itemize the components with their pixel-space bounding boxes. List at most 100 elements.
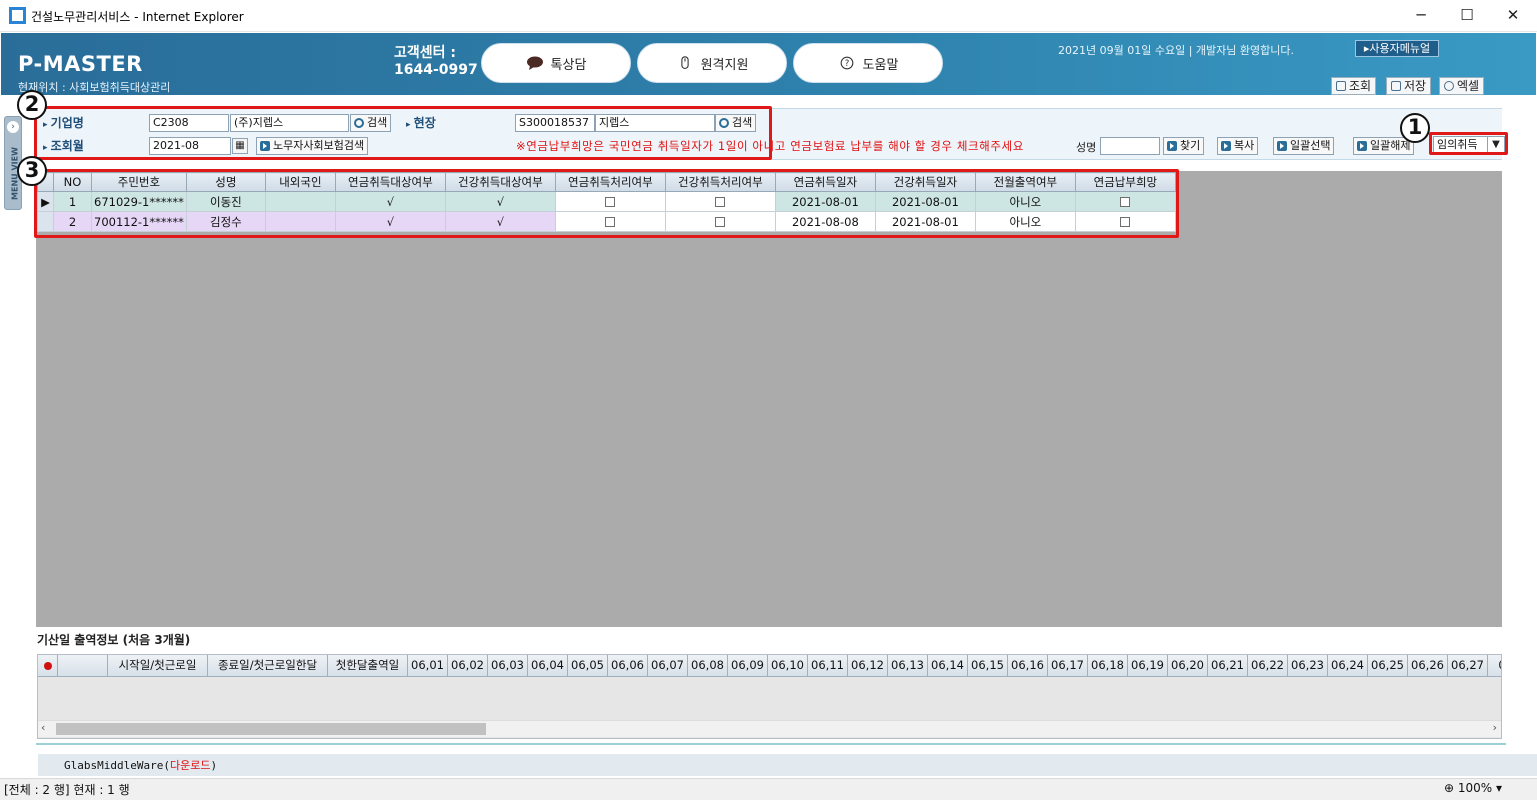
- talk-consult-label: 톡상담: [550, 57, 587, 73]
- attendance-column-header[interactable]: 06,25: [1368, 655, 1408, 677]
- attendance-column-header[interactable]: 06,03: [488, 655, 528, 677]
- close-button[interactable]: ✕: [1490, 0, 1536, 31]
- copy-button[interactable]: 복사: [1217, 137, 1259, 155]
- attendance-column-header[interactable]: 06,21: [1208, 655, 1248, 677]
- row-count-status: [전체 : 2 행] 현재 : 1 행: [4, 783, 130, 797]
- excel-tool-button[interactable]: 엑셀: [1439, 77, 1485, 95]
- annotation-box-grid: [34, 169, 1179, 238]
- attendance-column-header[interactable]: 06,07: [648, 655, 688, 677]
- annotation-badge-2: 2: [17, 90, 47, 120]
- chevron-down-icon: ▾: [1496, 781, 1503, 795]
- middleware-bar: [38, 754, 1537, 776]
- scroll-left-icon[interactable]: ‹: [41, 721, 45, 734]
- find-label: 찾기: [1180, 139, 1201, 152]
- arrow-icon: [1357, 141, 1367, 151]
- attendance-column-header[interactable]: 06,15: [968, 655, 1008, 677]
- app-logo[interactable]: P-MASTER: [18, 52, 143, 76]
- middleware-label: GlabsMiddleWare(: [64, 759, 170, 772]
- customer-center: 고객센터 : 1644-0997: [394, 45, 478, 79]
- annotation-box-mode: [1429, 132, 1508, 155]
- magnifier-icon: [1336, 81, 1346, 91]
- divider: [36, 743, 1506, 745]
- attendance-column-header[interactable]: 06,22: [1248, 655, 1288, 677]
- help-label: 도움말: [862, 57, 899, 73]
- select-all-button[interactable]: 일괄선택: [1273, 137, 1335, 155]
- attendance-column-header[interactable]: 06,10: [768, 655, 808, 677]
- disk-icon: [1391, 81, 1401, 91]
- user-manual-button[interactable]: ▸사용자메뉴얼: [1355, 40, 1439, 57]
- save-tool-label: 저장: [1404, 79, 1427, 93]
- name-input[interactable]: [1100, 137, 1160, 155]
- attendance-column-header[interactable]: 06,17: [1048, 655, 1088, 677]
- arrow-icon: [1277, 141, 1287, 151]
- attendance-column-header[interactable]: 첫한달출역일: [328, 655, 408, 677]
- attendance-column-header[interactable]: 06,16: [1008, 655, 1048, 677]
- search-tool-label: 조회: [1349, 79, 1372, 93]
- attendance-column-header[interactable]: 06,18: [1088, 655, 1128, 677]
- window-title: 건설노무관리서비스 - Internet Explorer: [31, 10, 244, 24]
- chat-bubble-icon: [526, 56, 543, 70]
- attendance-column-header[interactable]: 종료일/첫근로일한달: [208, 655, 328, 677]
- attendance-column-header[interactable]: 06,19: [1128, 655, 1168, 677]
- annotation-box-search: [34, 106, 772, 160]
- status-bar: [0, 778, 1537, 800]
- remote-support-label: 원격지원: [700, 57, 749, 73]
- record-dot-icon: [38, 655, 58, 677]
- attendance-header-row: 시작일/첫근로일 종료일/첫근로일한달 첫한달출역일 06,01 06,02 06,03 0…: [38, 655, 1501, 677]
- attendance-column-header[interactable]: 06,08: [688, 655, 728, 677]
- horizontal-scrollbar[interactable]: ‹ ›: [38, 720, 1501, 737]
- scroll-right-icon[interactable]: ›: [1493, 721, 1497, 734]
- mouse-icon: [680, 56, 689, 69]
- zoom-value: 100%: [1457, 781, 1493, 795]
- attendance-column-header[interactable]: 06,23: [1288, 655, 1328, 677]
- annotation-badge-1: 1: [1400, 113, 1430, 143]
- talk-consult-button[interactable]: 톡상담: [481, 43, 631, 83]
- greeting-text: 2021년 09월 01일 수요일 | 개발자님 환영합니다.: [1058, 44, 1294, 57]
- deselect-all-label: 일괄해제: [1370, 139, 1411, 152]
- help-button[interactable]: ? 도움말: [793, 43, 943, 83]
- attendance-column-header[interactable]: 06,09: [728, 655, 768, 677]
- help-icon: ?: [840, 56, 853, 70]
- search-tool-button[interactable]: 조회: [1331, 77, 1377, 95]
- attendance-column-header[interactable]: 06,20: [1168, 655, 1208, 677]
- attendance-column-header[interactable]: 06,24: [1328, 655, 1368, 677]
- minimize-button[interactable]: ─: [1398, 0, 1444, 31]
- attendance-column-header[interactable]: 06,26: [1408, 655, 1448, 677]
- middleware-close-paren: ): [210, 759, 218, 772]
- excel-icon: [1444, 81, 1454, 91]
- zoom-control[interactable]: ⊕ 100% ▾: [1444, 781, 1502, 795]
- copy-label: 복사: [1234, 139, 1255, 152]
- expand-arrow-icon[interactable]: ›: [7, 121, 19, 133]
- attendance-column-header[interactable]: 06,02: [448, 655, 488, 677]
- customer-center-phone: 1644-0997: [394, 62, 478, 78]
- attendance-column-header[interactable]: 시작일/첫근로일: [108, 655, 208, 677]
- attendance-column-header[interactable]: 06,06: [608, 655, 648, 677]
- maximize-button[interactable]: ☐: [1444, 0, 1490, 31]
- name-label: 성명: [1076, 141, 1097, 154]
- attendance-blank-header: [58, 655, 108, 677]
- middleware-text: GlabsMiddleWare(다운로드): [64, 757, 217, 773]
- customer-center-label: 고객센터 :: [394, 45, 456, 61]
- svg-text:?: ?: [844, 59, 849, 69]
- attendance-column-header[interactable]: 06,04: [528, 655, 568, 677]
- attendance-column-header[interactable]: 06,05: [568, 655, 608, 677]
- attendance-column-header[interactable]: 06,13: [888, 655, 928, 677]
- find-button[interactable]: 찾기: [1163, 137, 1205, 155]
- attendance-column-header[interactable]: 06,12: [848, 655, 888, 677]
- attendance-column-header[interactable]: 06,01: [408, 655, 448, 677]
- attendance-column-header[interactable]: 06,27: [1448, 655, 1488, 677]
- scrollbar-thumb[interactable]: [56, 723, 486, 735]
- acquisition-grid: [36, 171, 1502, 627]
- arrow-icon: [1167, 141, 1177, 151]
- arrow-icon: [1221, 141, 1231, 151]
- middleware-download-link[interactable]: 다운로드: [170, 759, 210, 772]
- attendance-column-header[interactable]: 06,11: [808, 655, 848, 677]
- save-tool-button[interactable]: 저장: [1386, 77, 1432, 95]
- remote-support-button[interactable]: 원격지원: [637, 43, 787, 83]
- zoom-icon: ⊕: [1444, 781, 1455, 795]
- attendance-section-title: 기산일 출역정보 (처음 3개월): [37, 633, 191, 647]
- select-all-label: 일괄선택: [1290, 139, 1331, 152]
- attendance-column-header[interactable]: 06,: [1488, 655, 1501, 677]
- excel-tool-label: 엑셀: [1457, 79, 1480, 93]
- attendance-column-header[interactable]: 06,14: [928, 655, 968, 677]
